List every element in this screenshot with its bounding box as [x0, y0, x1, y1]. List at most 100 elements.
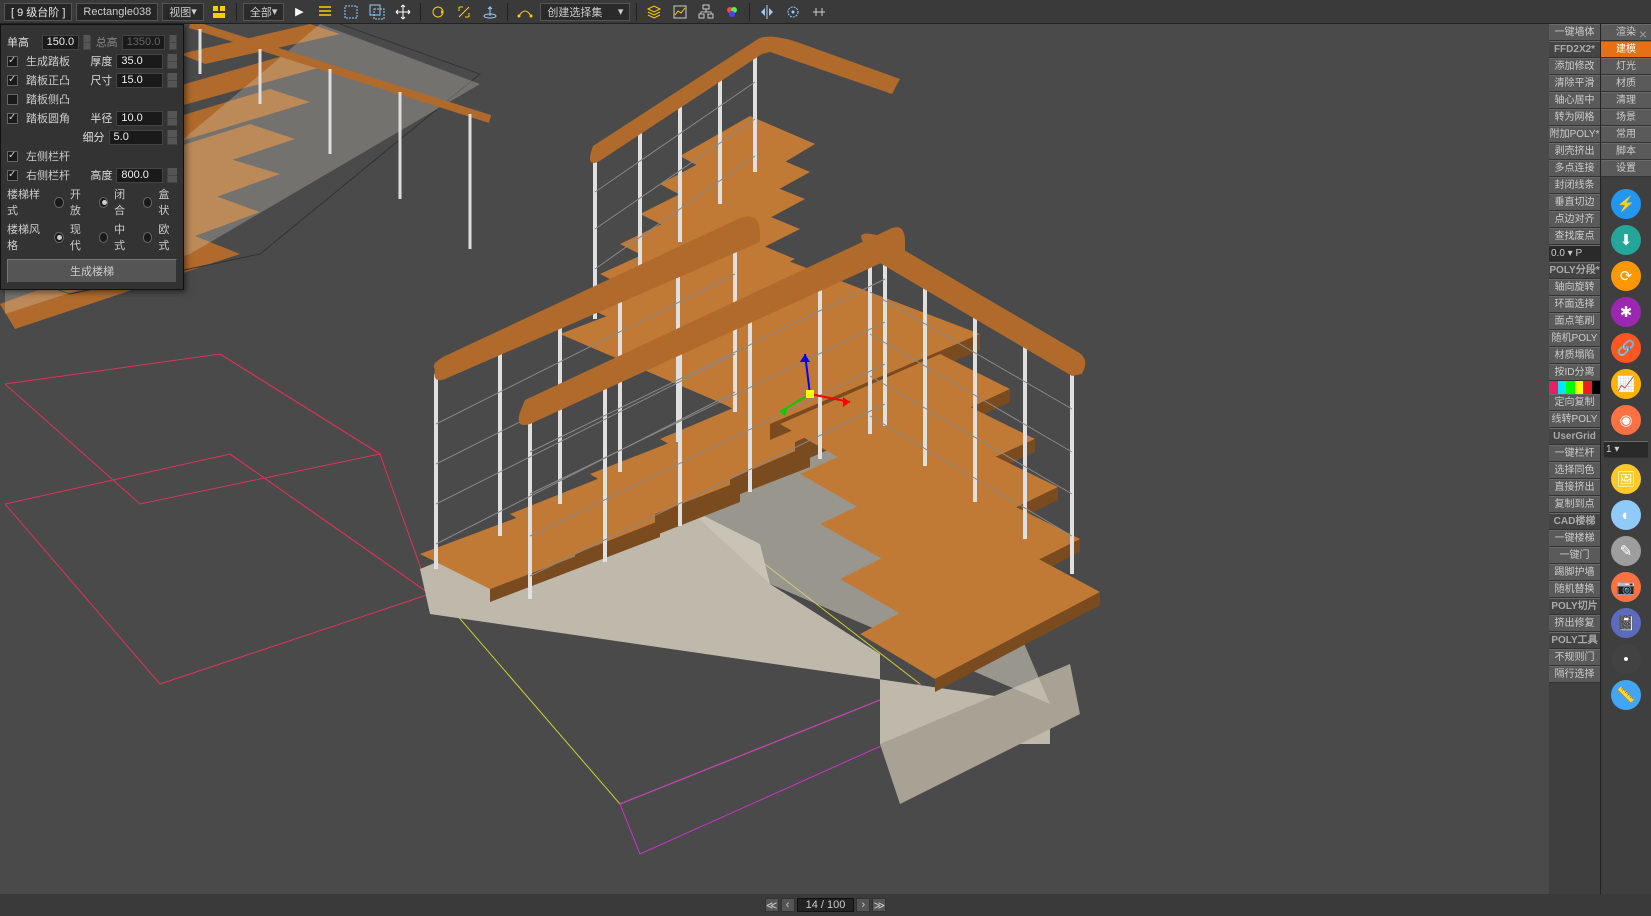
- tool-button[interactable]: 清除平滑: [1549, 75, 1600, 92]
- spinner-icon[interactable]: [83, 35, 91, 50]
- size-input[interactable]: 15.0: [116, 73, 163, 88]
- thickness-input[interactable]: 35.0: [116, 54, 163, 69]
- tool-button[interactable]: 查找废点: [1549, 228, 1600, 245]
- mode-button[interactable]: 建模: [1601, 41, 1651, 58]
- page-prev-button[interactable]: ‹: [781, 898, 795, 912]
- spinner-icon[interactable]: [167, 130, 177, 145]
- quick-tool-icon[interactable]: ◉: [1611, 405, 1641, 435]
- quick-tool-icon[interactable]: ✎: [1611, 536, 1641, 566]
- align-icon[interactable]: [782, 1, 804, 23]
- tool-button[interactable]: UserGrid: [1549, 428, 1600, 445]
- tool-button[interactable]: 不规则门: [1549, 649, 1600, 666]
- mirror-icon[interactable]: [756, 1, 778, 23]
- style-closed-radio[interactable]: [99, 197, 109, 208]
- spinner-icon[interactable]: [167, 111, 177, 126]
- move-icon[interactable]: [392, 1, 414, 23]
- steps-indicator[interactable]: [ 9 级台阶 ]: [4, 3, 72, 21]
- quick-tool-icon[interactable]: ✱: [1611, 297, 1641, 327]
- tool-button[interactable]: POLY分段*: [1549, 262, 1600, 279]
- quick-tool-icon[interactable]: 📷: [1611, 572, 1641, 602]
- generate-stair-button[interactable]: 生成楼梯: [7, 259, 177, 283]
- tool-button[interactable]: 随机替换: [1549, 581, 1600, 598]
- mode-button[interactable]: 场景: [1601, 109, 1651, 126]
- right-rail-checkbox[interactable]: [7, 170, 18, 181]
- tool-button[interactable]: 点边对齐: [1549, 211, 1600, 228]
- gen-tread-checkbox[interactable]: [7, 56, 18, 67]
- graph-editor-icon[interactable]: [669, 1, 691, 23]
- tool-button[interactable]: 随机POLY: [1549, 330, 1600, 347]
- type-euro-radio[interactable]: [143, 232, 153, 243]
- tool-button[interactable]: 挤出修复: [1549, 615, 1600, 632]
- tool-button[interactable]: 直接挤出: [1549, 479, 1600, 496]
- tool-button[interactable]: 线转POLY: [1549, 411, 1600, 428]
- page-next-button[interactable]: ›: [856, 898, 870, 912]
- corner-round-checkbox[interactable]: [7, 113, 18, 124]
- tool-button[interactable]: CAD楼梯: [1549, 513, 1600, 530]
- viewport-config-icon[interactable]: [208, 1, 230, 23]
- tool-button[interactable]: 按ID分离: [1549, 364, 1600, 381]
- tool-button[interactable]: 一键楼梯: [1549, 530, 1600, 547]
- rail-height-input[interactable]: 800.0: [116, 168, 163, 183]
- front-overhang-checkbox[interactable]: [7, 75, 18, 86]
- selection-set-dropdown[interactable]: 创建选择集▾: [540, 3, 630, 21]
- tool-button[interactable]: 添加修改: [1549, 58, 1600, 75]
- 3d-viewport[interactable]: [0, 24, 1549, 894]
- quick-tool-icon[interactable]: 🔗: [1611, 333, 1641, 363]
- left-rail-checkbox[interactable]: [7, 151, 18, 162]
- mode-button[interactable]: 材质: [1601, 75, 1651, 92]
- single-height-input[interactable]: 150.0: [42, 35, 80, 50]
- select-by-name-icon[interactable]: [314, 1, 336, 23]
- quick-tool-icon[interactable]: ⬇: [1611, 225, 1641, 255]
- spinner-icon[interactable]: [167, 73, 177, 88]
- side-overhang-checkbox[interactable]: [7, 94, 18, 105]
- page-first-button[interactable]: ≪: [765, 898, 779, 912]
- rect-select-icon[interactable]: [340, 1, 362, 23]
- tool-button[interactable]: 附加POLY*: [1549, 126, 1600, 143]
- tool-button[interactable]: 选择同色: [1549, 462, 1600, 479]
- view-dropdown[interactable]: 视图▾: [162, 3, 204, 21]
- scale-icon[interactable]: [453, 1, 475, 23]
- object-name-field[interactable]: Rectangle038: [76, 3, 158, 21]
- window-crossing-icon[interactable]: [366, 1, 388, 23]
- tool-button[interactable]: 转为网格: [1549, 109, 1600, 126]
- mode-button[interactable]: 设置: [1601, 160, 1651, 177]
- curve-edit-icon[interactable]: [514, 1, 536, 23]
- close-panel-icon[interactable]: ×: [1639, 26, 1647, 42]
- tool-button[interactable]: 0.0 ▾ P: [1549, 245, 1600, 262]
- tool-button[interactable]: 轴向旋转: [1549, 279, 1600, 296]
- mode-button[interactable]: 常用: [1601, 126, 1651, 143]
- quick-tool-icon[interactable]: ⟳: [1611, 261, 1641, 291]
- color-swatch-bar[interactable]: [1549, 381, 1600, 394]
- filter-dropdown[interactable]: 全部▾: [243, 3, 285, 21]
- tool-button[interactable]: POLY工具: [1549, 632, 1600, 649]
- spinner-icon[interactable]: [167, 54, 177, 69]
- material-editor-icon[interactable]: [721, 1, 743, 23]
- schematic-icon[interactable]: [695, 1, 717, 23]
- tool-button[interactable]: 定向复制: [1549, 394, 1600, 411]
- select-icon[interactable]: ▶: [288, 1, 310, 23]
- layers-icon[interactable]: [643, 1, 665, 23]
- tool-button[interactable]: 环面选择: [1549, 296, 1600, 313]
- quick-tool-icon[interactable]: •: [1611, 644, 1641, 674]
- tool-button[interactable]: 踢脚护墙: [1549, 564, 1600, 581]
- tool-button[interactable]: 一键墙体: [1549, 24, 1600, 41]
- spinner-icon[interactable]: [167, 168, 177, 183]
- tool-button[interactable]: 轴心居中: [1549, 92, 1600, 109]
- type-modern-radio[interactable]: [54, 232, 64, 243]
- tool-button[interactable]: 复制到点: [1549, 496, 1600, 513]
- placement-icon[interactable]: [479, 1, 501, 23]
- tool-button[interactable]: 隔行选择: [1549, 666, 1600, 683]
- mode-button[interactable]: 清理: [1601, 92, 1651, 109]
- snap-icon[interactable]: [808, 1, 830, 23]
- quick-tool-icon[interactable]: ⚡: [1611, 189, 1641, 219]
- tool-button[interactable]: 面点笔刷: [1549, 313, 1600, 330]
- quick-tool-icon[interactable]: 📓: [1611, 608, 1641, 638]
- page-last-button[interactable]: ≫: [872, 898, 886, 912]
- type-chinese-radio[interactable]: [99, 232, 109, 243]
- tool-button[interactable]: 垂直切边: [1549, 194, 1600, 211]
- tool-button[interactable]: POLY切片: [1549, 598, 1600, 615]
- tool-button[interactable]: 材质塌陷: [1549, 347, 1600, 364]
- numeric-input[interactable]: 1 ▾: [1604, 441, 1648, 458]
- style-open-radio[interactable]: [54, 197, 64, 208]
- tool-button[interactable]: 多点连接: [1549, 160, 1600, 177]
